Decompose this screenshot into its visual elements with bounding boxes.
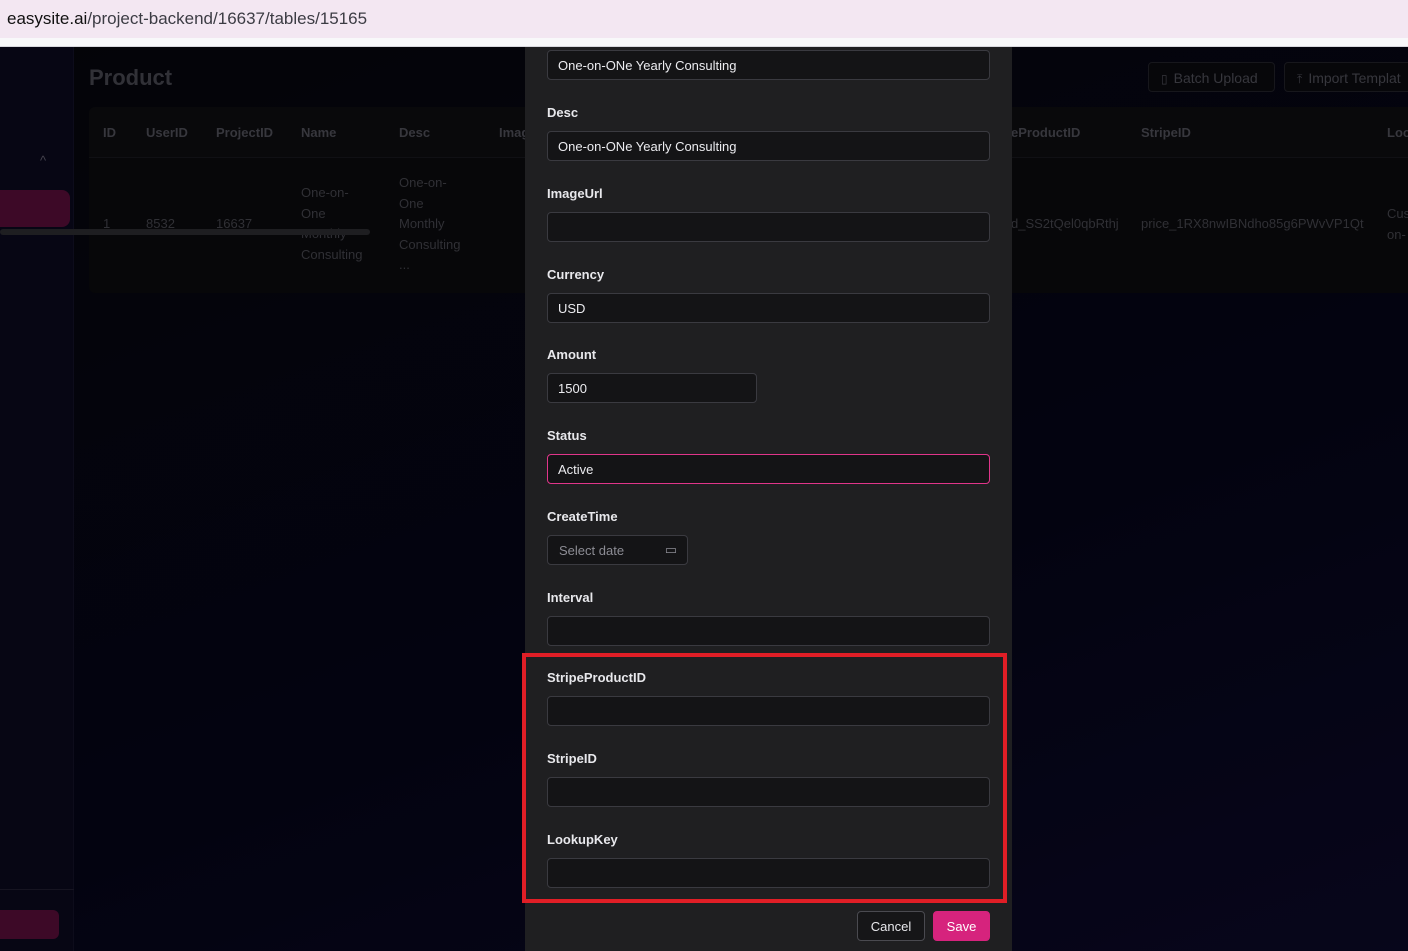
name-input[interactable] [547,50,990,80]
status-input[interactable] [547,454,990,484]
desc-label: Desc [547,105,579,120]
createtime-datepicker[interactable]: Select date ▭ [547,535,688,565]
stripeproductid-label: StripeProductID [547,670,646,685]
status-label: Status [547,428,587,443]
currency-label: Currency [547,267,605,282]
stripeid-label: StripeID [547,751,597,766]
url-host: easysite.ai [7,9,88,28]
currency-input[interactable] [547,293,990,323]
stripeid-input[interactable] [547,777,990,807]
imageurl-input[interactable] [547,212,990,242]
imageurl-label: ImageUrl [547,186,603,201]
createtime-label: CreateTime [547,509,618,524]
lookupkey-label: LookupKey [547,832,618,847]
cancel-button[interactable]: Cancel [857,911,925,941]
lookupkey-input[interactable] [547,858,990,888]
save-button[interactable]: Save [933,911,990,941]
browser-divider [0,38,1408,47]
calendar-icon[interactable]: ▭ [665,542,677,558]
stripeproductid-input[interactable] [547,696,990,726]
desc-input[interactable] [547,131,990,161]
browser-address-bar[interactable]: easysite.ai/project-backend/16637/tables… [0,0,1408,38]
amount-input[interactable] [547,373,757,403]
url-path: /project-backend/16637/tables/15165 [87,9,368,28]
amount-label: Amount [547,347,597,362]
edit-record-modal: Desc ImageUrl Currency Amount Status Cre… [522,47,1012,951]
url-text[interactable]: easysite.ai/project-backend/16637/tables… [7,9,367,29]
createtime-placeholder: Select date [559,543,625,558]
interval-input[interactable] [547,616,990,646]
interval-label: Interval [547,590,594,605]
